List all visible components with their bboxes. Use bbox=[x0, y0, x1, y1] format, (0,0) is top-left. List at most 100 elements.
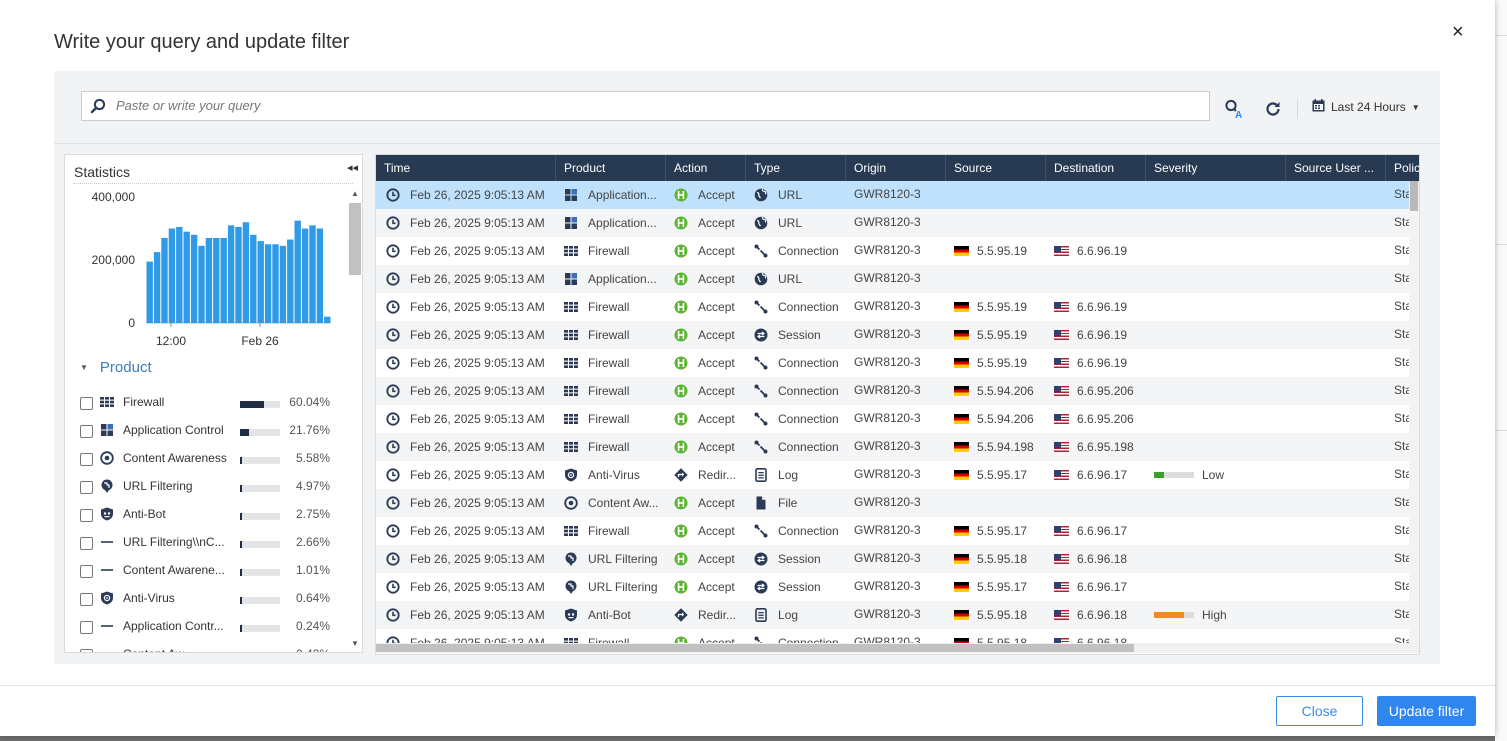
product-stat-row[interactable]: Content Awarene... 1.01% bbox=[80, 561, 350, 581]
table-row[interactable]: Feb 26, 2025 9:05:13 AM Application... A… bbox=[376, 181, 1419, 209]
scroll-up-icon[interactable]: ▲ bbox=[351, 189, 359, 198]
destination-text: 6.6.96.19 bbox=[1077, 300, 1128, 314]
update-filter-button[interactable]: Update filter bbox=[1377, 696, 1476, 726]
column-header-origin[interactable]: Origin bbox=[846, 155, 946, 181]
cell-time: Feb 26, 2025 9:05:13 AM bbox=[386, 209, 545, 237]
chart-bar[interactable] bbox=[168, 228, 176, 324]
product-checkbox[interactable] bbox=[80, 537, 93, 550]
product-stat-row[interactable]: Application Control 21.76% bbox=[80, 421, 350, 441]
table-horizontal-scrollbar[interactable] bbox=[376, 643, 1419, 653]
cell-type: URL bbox=[754, 181, 802, 209]
chart-bar[interactable] bbox=[287, 239, 294, 323]
table-row[interactable]: Feb 26, 2025 9:05:13 AM Anti-Virus Redir… bbox=[376, 461, 1419, 489]
table-row[interactable]: Feb 26, 2025 9:05:13 AM Firewall Accept … bbox=[376, 321, 1419, 349]
product-stat-row[interactable]: URL Filtering\\nC... 2.66% bbox=[80, 533, 350, 553]
product-checkbox[interactable] bbox=[80, 425, 93, 438]
product-stat-row[interactable]: Content Aw... 0.42% bbox=[80, 645, 350, 652]
table-row[interactable]: Feb 26, 2025 9:05:13 AM Firewall Accept … bbox=[376, 517, 1419, 545]
chart-bar[interactable] bbox=[242, 222, 250, 323]
chart-bar[interactable] bbox=[316, 228, 324, 324]
chart-bar[interactable] bbox=[309, 225, 316, 323]
chart-bar[interactable] bbox=[294, 220, 301, 323]
clock-icon bbox=[386, 356, 400, 370]
product-checkbox[interactable] bbox=[80, 593, 93, 606]
statistics-scrollbar[interactable]: ▲ ▼ bbox=[348, 187, 362, 652]
column-header-action[interactable]: Action bbox=[666, 155, 746, 181]
product-checkbox[interactable] bbox=[80, 509, 93, 522]
table-row[interactable]: Feb 26, 2025 9:05:13 AM Application... A… bbox=[376, 209, 1419, 237]
product-checkbox[interactable] bbox=[80, 565, 93, 578]
chart-bar[interactable] bbox=[146, 261, 153, 323]
chart-bar[interactable] bbox=[190, 234, 198, 323]
chart-bar[interactable] bbox=[213, 237, 220, 323]
chart-bar[interactable] bbox=[227, 225, 235, 323]
close-button[interactable]: Close bbox=[1276, 696, 1363, 726]
table-row[interactable]: Feb 26, 2025 9:05:13 AM Firewall Accept … bbox=[376, 349, 1419, 377]
table-row[interactable]: Feb 26, 2025 9:05:13 AM Firewall Accept … bbox=[376, 293, 1419, 321]
chart-bar[interactable] bbox=[205, 237, 213, 323]
chart-bar[interactable] bbox=[257, 241, 264, 323]
column-header-type[interactable]: Type bbox=[746, 155, 846, 181]
chart-bar[interactable] bbox=[153, 252, 161, 323]
product-checkbox[interactable] bbox=[80, 453, 93, 466]
product-stat-row[interactable]: Content Awareness 5.58% bbox=[80, 449, 350, 469]
statistics-scroll-thumb[interactable] bbox=[349, 203, 361, 275]
column-header-time[interactable]: Time bbox=[376, 155, 556, 181]
product-text: Firewall bbox=[588, 384, 630, 398]
product-section-header[interactable]: ▼ Product bbox=[80, 359, 152, 376]
chart-bar[interactable] bbox=[235, 226, 242, 323]
table-row[interactable]: Feb 26, 2025 9:05:13 AM Firewall Accept … bbox=[376, 237, 1419, 265]
query-syntax-icon[interactable]: A bbox=[1224, 99, 1244, 124]
table-vertical-scroll-thumb[interactable] bbox=[1410, 181, 1418, 211]
product-checkbox[interactable] bbox=[80, 621, 93, 634]
query-input[interactable] bbox=[114, 97, 1198, 114]
column-header-severity[interactable]: Severity bbox=[1146, 155, 1286, 181]
time-range-dropdown[interactable]: Last 24 Hours ▼ bbox=[1312, 99, 1420, 115]
close-icon[interactable]: × bbox=[1452, 22, 1464, 42]
table-row[interactable]: Feb 26, 2025 9:05:13 AM URL Filtering Ac… bbox=[376, 545, 1419, 573]
chart-bar[interactable] bbox=[264, 244, 272, 323]
column-header-destination[interactable]: Destination bbox=[1046, 155, 1146, 181]
chart-bar[interactable] bbox=[324, 316, 331, 323]
column-header-source-user[interactable]: Source User ... bbox=[1286, 155, 1386, 181]
column-header-policy[interactable]: Policy bbox=[1386, 155, 1419, 181]
chart-bar[interactable] bbox=[301, 228, 309, 324]
table-row[interactable]: Feb 26, 2025 9:05:13 AM Firewall Accept … bbox=[376, 405, 1419, 433]
product-checkbox[interactable] bbox=[80, 649, 93, 652]
clock-icon bbox=[386, 524, 400, 538]
table-horizontal-scroll-thumb[interactable] bbox=[376, 644, 1134, 652]
chart-bar[interactable] bbox=[279, 245, 287, 323]
refresh-icon[interactable] bbox=[1263, 99, 1283, 124]
column-header-product[interactable]: Product bbox=[556, 155, 666, 181]
accept-icon bbox=[674, 300, 688, 314]
product-stat-row[interactable]: URL Filtering 4.97% bbox=[80, 477, 350, 497]
query-search-box[interactable] bbox=[81, 91, 1210, 121]
chart-bar[interactable] bbox=[250, 234, 257, 323]
table-row[interactable]: Feb 26, 2025 9:05:13 AM Anti-Bot Redir..… bbox=[376, 601, 1419, 629]
table-vertical-scrollbar[interactable] bbox=[1409, 181, 1419, 643]
cell-action: Accept bbox=[674, 181, 746, 209]
table-row[interactable]: Feb 26, 2025 9:05:13 AM Firewall Accept … bbox=[376, 433, 1419, 461]
chart-bar[interactable] bbox=[176, 226, 183, 323]
chart-bar[interactable] bbox=[183, 231, 190, 323]
chart-bar[interactable] bbox=[272, 244, 279, 323]
chart-bar[interactable] bbox=[220, 237, 227, 323]
firewall-icon bbox=[564, 524, 578, 538]
table-row[interactable]: Feb 26, 2025 9:05:13 AM Content Aw... Ac… bbox=[376, 489, 1419, 517]
table-row[interactable]: Feb 26, 2025 9:05:13 AM URL Filtering Ac… bbox=[376, 573, 1419, 601]
chart-bar[interactable] bbox=[198, 245, 205, 323]
product-checkbox[interactable] bbox=[80, 397, 93, 410]
collapse-panel-icon[interactable]: ◂◂ bbox=[347, 161, 358, 174]
product-stat-row[interactable]: Firewall 60.04% bbox=[80, 393, 350, 413]
chart-bar[interactable] bbox=[161, 237, 168, 323]
product-checkbox[interactable] bbox=[80, 481, 93, 494]
table-row[interactable]: Feb 26, 2025 9:05:13 AM Firewall Accept … bbox=[376, 377, 1419, 405]
product-stat-row[interactable]: Anti-Bot 2.75% bbox=[80, 505, 350, 525]
column-header-source[interactable]: Source bbox=[946, 155, 1046, 181]
time-range-label: Last 24 Hours bbox=[1331, 100, 1406, 114]
product-stat-row[interactable]: Anti-Virus 0.64% bbox=[80, 589, 350, 609]
table-row[interactable]: Feb 26, 2025 9:05:13 AM Application... A… bbox=[376, 265, 1419, 293]
product-stat-row[interactable]: Application Contr... 0.24% bbox=[80, 617, 350, 637]
scroll-down-icon[interactable]: ▼ bbox=[351, 639, 359, 648]
product-percentage: 2.66% bbox=[295, 535, 330, 549]
